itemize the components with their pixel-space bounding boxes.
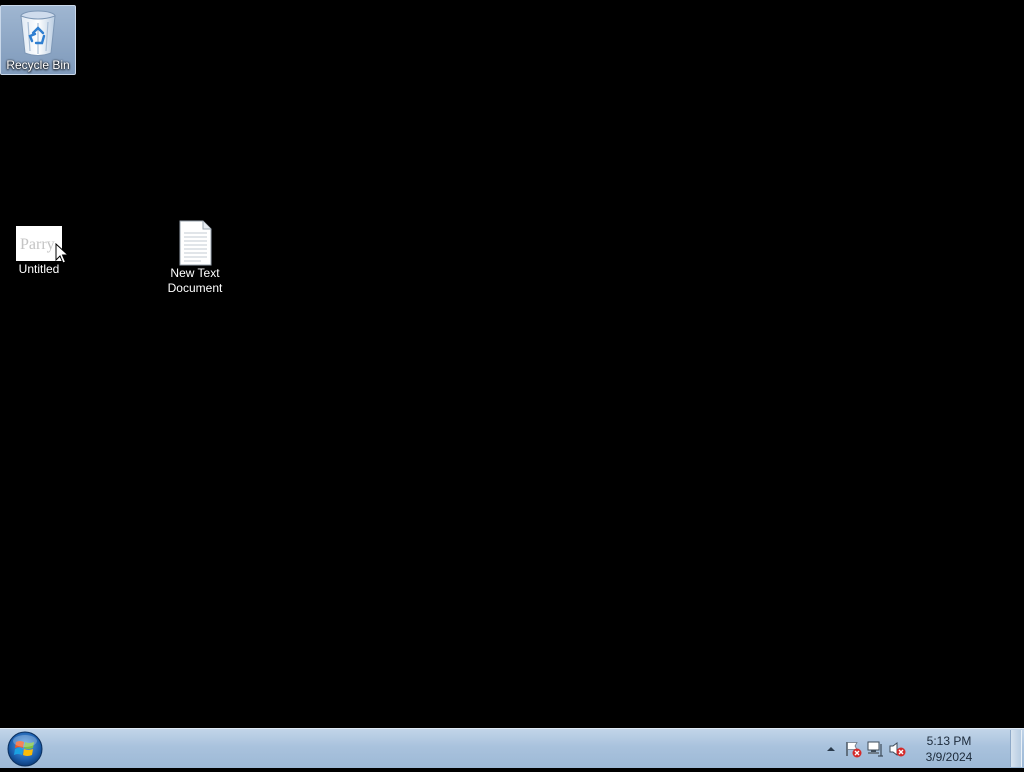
new-text-document-label: New Text Document [167,266,223,295]
untitled-file-shortcut[interactable]: Parry Untitled [1,224,77,277]
recycle-bin-label: Recycle Bin [6,58,70,72]
show-desktop-button[interactable] [1010,730,1022,767]
new-text-document-shortcut[interactable]: New Text Document [157,218,233,296]
untitled-label: Untitled [18,262,60,276]
clock-time: 5:13 PM [926,734,972,748]
system-tray: 5:13 PM 3/9/2024 [820,729,1006,769]
recycle-bin-shortcut[interactable]: Recycle Bin [0,5,76,75]
desktop[interactable]: Recycle Bin Parry Untitled New Text Docu… [0,0,1024,728]
show-hidden-icons-arrow[interactable] [826,744,836,754]
recycle-bin-icon [20,10,56,56]
windows-orb-icon [7,731,43,767]
action-center-flag-icon[interactable] [844,740,862,758]
thumbnail-text: Parry [20,236,55,253]
network-icon[interactable] [866,740,884,758]
text-document-icon [179,220,212,266]
clock-date: 3/9/2024 [925,750,973,764]
image-thumbnail-icon: Parry [16,226,62,261]
clock[interactable]: 5:13 PM 3/9/2024 [914,733,984,765]
volume-muted-icon[interactable] [888,740,906,758]
taskbar: 5:13 PM 3/9/2024 [0,728,1024,768]
start-button[interactable] [6,731,44,767]
